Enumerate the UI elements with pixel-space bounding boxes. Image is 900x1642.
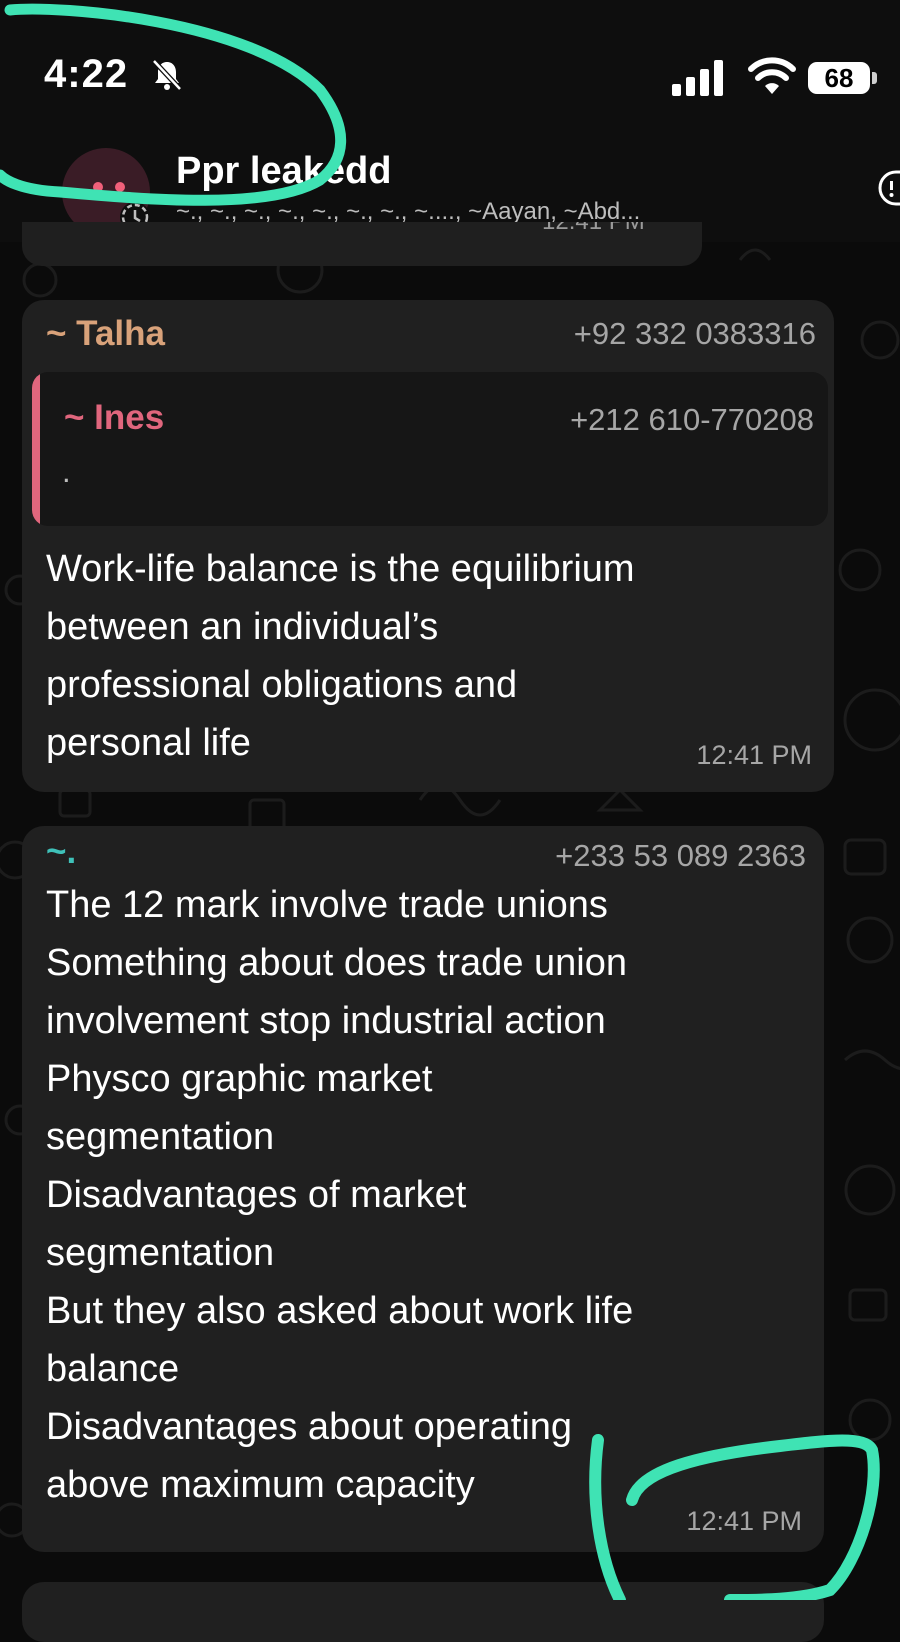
message-bubble[interactable]: ~ Talha +92 332 0383316 ~ Ines +212 610-… [22,300,834,792]
message-time: 12:41 PM [696,740,812,770]
avatar-face-icon [93,182,125,192]
message-time: 12:41 PM [542,222,645,236]
battery-icon: 68 [808,62,870,94]
quoted-text: . [62,454,71,489]
quote-bar [32,372,40,526]
chat-action-icon[interactable] [876,166,900,210]
previous-message[interactable]: 12:41 PM [22,222,702,266]
message-text: Work-life balance is the equilibrium bet… [46,548,635,764]
bell-slash-icon [152,59,182,91]
quoted-message[interactable]: ~ Ines +212 610-770208 . [32,372,828,526]
next-message[interactable] [22,1582,824,1642]
status-time: 4:22 [44,52,129,96]
sender-name[interactable]: ~ Talha [46,314,165,354]
wifi-icon [748,57,796,94]
message-text: The 12 mark involve trade unions Somethi… [46,884,634,1506]
cellular-signal-icon [672,60,723,96]
sender-name[interactable]: ~. [46,832,76,872]
battery-tip [872,72,877,84]
quoted-sender-phone: +212 610-770208 [570,402,814,437]
quoted-sender-name: ~ Ines [64,398,165,437]
message-time: 12:41 PM [686,1506,802,1536]
message-bubble[interactable]: ~. +233 53 089 2363 The 12 mark involve … [22,826,824,1552]
sender-phone: +233 53 089 2363 [555,838,806,873]
sender-phone: +92 332 0383316 [573,316,816,351]
status-bar: 4:22 68 [0,0,900,140]
group-title[interactable]: Ppr leakedd [176,150,391,193]
